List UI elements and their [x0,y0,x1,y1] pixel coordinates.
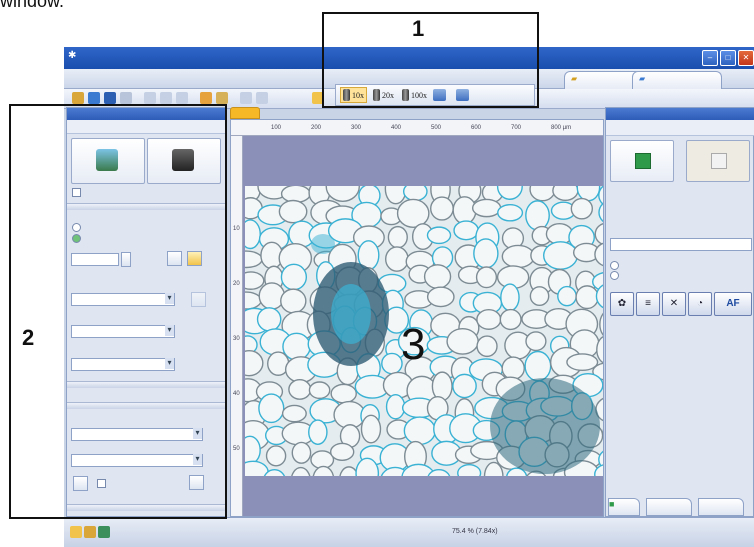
ruler-tick-label: 200 [311,125,322,131]
callout-box-2 [9,104,227,519]
ruler-tick-label: 100 [271,125,282,131]
callout-number-2: 2 [22,325,35,350]
status-folder-icon[interactable] [70,526,82,538]
processing-panel: ✿ ≡ ✕ ◔ AF ■ [605,107,754,517]
ruler-tick-label: 40 [233,391,240,397]
ruler-tick-label: 400 [391,125,402,131]
crosshair-icon[interactable]: ✕ [662,292,686,316]
callout-number-1: 1 [412,16,425,41]
ruler-tick-label: 20 [233,281,240,287]
edit-icon[interactable] [200,92,212,104]
ruler-tick-label: 600 [471,125,482,131]
radio-option-2[interactable] [610,271,619,280]
status-globe-icon[interactable] [98,526,110,538]
vertical-ruler: 10 20 30 40 50 [231,136,243,516]
zoom-readout: 75.4 % (7.84x) [452,528,498,535]
start-button[interactable] [610,140,674,182]
panel-toolbar [606,120,754,136]
status-bar: 75.4 % (7.84x) [64,517,754,547]
color-wheel-icon[interactable]: ✿ [610,292,634,316]
ruler-tick-label: 800 µm [551,125,572,131]
stop-icon [711,153,727,169]
print-icon[interactable] [120,92,132,104]
layers-icon[interactable]: ≡ [636,292,660,316]
add-icon: ■ [609,499,615,509]
processing-field[interactable] [610,238,752,251]
minimize-icon[interactable]: – [702,50,718,66]
close-icon[interactable]: ✕ [738,50,754,66]
horizontal-ruler: 100 200 300 400 500 600 700 800 µm [231,120,603,136]
folder-icon: ▰ [639,74,646,83]
image-document: 100 200 300 400 500 600 700 800 µm 10 20 30 40 50 3 [230,119,604,517]
tab-add[interactable]: ■ [608,498,640,516]
maximize-icon[interactable]: □ [720,50,736,66]
folder-icon: ▰ [571,74,578,83]
stopwatch-icon[interactable]: ◔ [688,292,712,316]
ruler-tick-label: 700 [511,125,522,131]
app-logo-icon: ✱ [68,50,77,61]
acquire-icon[interactable] [88,92,100,104]
panel-header [606,108,754,120]
ruler-tick-label: 500 [431,125,442,131]
cut-icon[interactable] [144,92,156,104]
save-icon[interactable] [104,92,116,104]
status-open-icon[interactable] [84,526,96,538]
callout-box-1 [322,12,539,108]
window-controls: – □ ✕ [702,50,754,66]
ruler-tick-label: 300 [351,125,362,131]
paste-icon[interactable] [176,92,188,104]
ruler-tick-label: 50 [233,446,240,452]
copy-icon[interactable] [160,92,172,104]
caption-text: window. [0,0,65,11]
tab-image[interactable] [646,498,692,516]
tab-view[interactable] [698,498,744,516]
measure-icon[interactable] [216,92,228,104]
ruler-tick-label: 30 [233,336,240,342]
tab-image-document[interactable] [230,107,260,119]
start-icon [635,153,651,169]
callout-number-3: 3 [401,320,426,369]
undo-icon[interactable] [240,92,252,104]
radio-option-1[interactable] [610,261,619,270]
ruler-tick-label: 10 [233,226,240,232]
stop-button[interactable] [686,140,750,182]
open-icon[interactable] [72,92,84,104]
redo-icon[interactable] [256,92,268,104]
autofocus-button[interactable]: AF [714,292,752,316]
